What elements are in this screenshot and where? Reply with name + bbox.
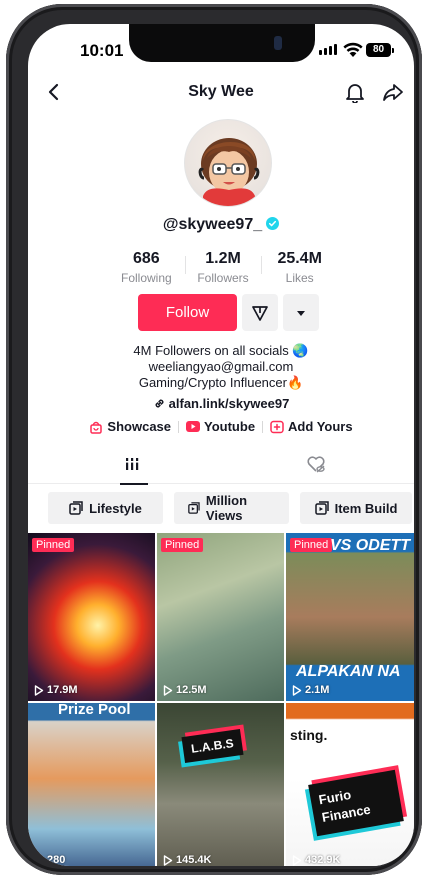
play-outline-icon	[163, 684, 173, 696]
thumbnail-caption-bottom: Furio Finance	[308, 769, 404, 837]
follow-button[interactable]: Follow	[138, 294, 237, 331]
thumbnail-caption-top: L.A.B.S	[181, 729, 244, 763]
cartoon-avatar-illustration	[198, 138, 260, 206]
status-time: 10:01	[80, 41, 124, 60]
profile-chips: Showcase Youtube Add Yours	[28, 419, 414, 434]
avatar[interactable]	[184, 119, 272, 207]
view-count-text: 280	[47, 854, 66, 866]
cellular-signal-icon	[319, 44, 337, 55]
playlist-label: Million Views	[205, 493, 248, 523]
view-count-text: 2.1M	[305, 684, 330, 696]
funnel-triangle-icon	[252, 305, 268, 321]
thumbnail-caption-top: Prize Pool	[58, 703, 131, 718]
stat-label: Likes	[285, 271, 314, 285]
profile-actions: Follow	[138, 294, 319, 331]
playlist-label: Lifestyle	[89, 500, 142, 516]
view-count-text: 12.5M	[176, 684, 207, 696]
shop-bag-icon	[90, 421, 103, 434]
stat-label: Followers	[197, 271, 249, 285]
stat-value: 686	[132, 250, 160, 267]
username-text: @skywee97_	[162, 216, 263, 233]
tab-liked[interactable]	[286, 444, 346, 484]
stat-following[interactable]: 686 Following	[108, 250, 185, 285]
thumbnail-caption-top: sting.	[290, 727, 328, 743]
share-arrow-icon[interactable]	[382, 81, 404, 103]
view-count: 145.4K	[163, 854, 211, 866]
stat-followers[interactable]: 1.2M Followers	[184, 250, 262, 285]
phone-frame: 10:01 80 Sky Wee @skywee97_ 686 Followin…	[6, 4, 422, 875]
video-thumbnail[interactable]: Prize Pool 280	[28, 703, 155, 866]
profile-bio: 4M Followers on all socials 🌏 weeliangya…	[28, 343, 414, 391]
profile-username: @skywee97_	[28, 216, 414, 234]
chip-add-yours[interactable]: Add Yours	[263, 419, 360, 434]
stat-value: 1.2M	[205, 250, 241, 267]
caret-down-icon	[297, 310, 305, 316]
video-thumbnail[interactable]: Pinned VS ODETT ALPAKAN NA 2.1M	[286, 533, 414, 701]
pinned-badge: Pinned	[32, 538, 75, 552]
bio-line: 4M Followers on all socials 🌏	[133, 343, 309, 358]
bio-line: weeliangyao@gmail.com	[148, 359, 294, 374]
play-outline-icon	[34, 854, 44, 866]
view-count: 2.1M	[292, 684, 329, 696]
chip-label: Showcase	[107, 419, 172, 434]
stat-label: Following	[120, 271, 172, 285]
chip-showcase[interactable]: Showcase	[82, 419, 178, 434]
view-count: 12.5M	[163, 684, 207, 696]
camera-notch	[129, 24, 315, 62]
video-grid: Pinned 17.9M Pinned 12.5M Pinned VS ODET…	[28, 533, 414, 866]
add-yours-icon	[270, 420, 284, 433]
stat-likes[interactable]: 25.4M Likes	[261, 250, 338, 285]
view-count: 280	[34, 854, 65, 866]
wifi-icon	[343, 42, 363, 57]
playlist-icon	[314, 501, 329, 515]
tab-videos[interactable]	[102, 444, 162, 485]
bio-link[interactable]: alfan.link/skywee97	[28, 396, 414, 411]
pinned-badge: Pinned	[161, 538, 204, 552]
profile-stats: 686 Following 1.2M Followers 25.4M Likes	[108, 250, 338, 285]
video-thumbnail[interactable]: Pinned 12.5M	[157, 533, 284, 701]
view-count-text: 145.4K	[176, 854, 212, 866]
chip-youtube[interactable]: Youtube	[179, 419, 262, 434]
bio-link-text: alfan.link/skywee97	[168, 396, 290, 411]
playlist-bar: Lifestyle Million Views Item Build	[48, 492, 412, 524]
bio-line: Gaming/Crypto Influencer🔥	[138, 375, 304, 390]
chip-label: Add Yours	[288, 419, 353, 434]
video-thumbnail[interactable]: Pinned 17.9M	[28, 533, 155, 701]
playlist-lifestyle[interactable]: Lifestyle	[48, 492, 163, 524]
playlist-million-views[interactable]: Million Views	[174, 492, 289, 524]
instagram-link-button[interactable]	[242, 294, 278, 331]
hidden-heart-icon	[307, 456, 325, 473]
play-outline-icon	[292, 684, 302, 696]
video-thumbnail[interactable]: sting. Furio Finance 432.9K	[286, 703, 414, 866]
battery-indicator: 80	[366, 43, 394, 57]
view-count: 17.9M	[34, 684, 78, 696]
bell-icon[interactable]	[344, 81, 366, 103]
view-count-text: 432.9K	[305, 854, 341, 866]
pinned-badge: Pinned	[290, 538, 333, 552]
front-camera	[274, 36, 282, 50]
play-outline-icon	[292, 854, 302, 866]
playlist-icon	[188, 502, 200, 514]
stat-value: 25.4M	[277, 250, 322, 267]
view-count-text: 17.9M	[47, 684, 78, 696]
profile-header: Sky Wee	[28, 72, 414, 112]
app-screen: 10:01 80 Sky Wee @skywee97_ 686 Followin…	[28, 24, 414, 866]
youtube-icon	[186, 421, 201, 432]
view-count: 432.9K	[292, 854, 340, 866]
playlist-icon	[69, 501, 83, 515]
playlist-item-build[interactable]: Item Build	[300, 492, 412, 524]
playlist-label: Item Build	[334, 500, 398, 516]
verified-badge-icon	[266, 217, 280, 230]
thumbnail-caption-bottom: ALPAKAN NA	[296, 663, 401, 680]
link-chain-icon	[155, 399, 164, 408]
content-tabs	[28, 444, 414, 485]
thumbnail-caption-top: VS ODETT	[329, 537, 410, 554]
more-options-button[interactable]	[283, 294, 319, 331]
play-outline-icon	[34, 684, 44, 696]
video-thumbnail[interactable]: L.A.B.S 145.4K	[157, 703, 284, 866]
grid-bars-icon	[124, 458, 140, 470]
chip-label: Youtube	[204, 419, 256, 434]
play-outline-icon	[163, 854, 173, 866]
